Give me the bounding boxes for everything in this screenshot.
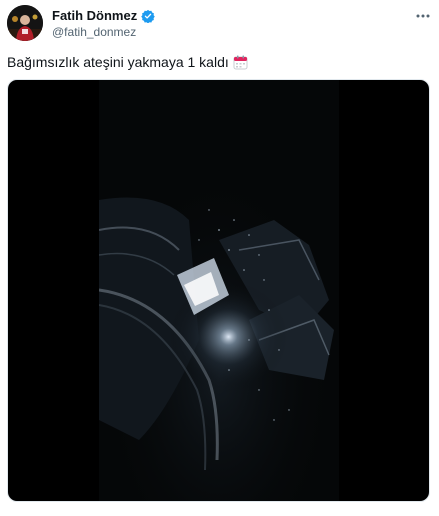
tweet-card[interactable]: Fatih Dönmez @fatih_donmez Bağımsızlık a…	[0, 0, 439, 516]
author-name-row[interactable]: Fatih Dönmez	[52, 8, 156, 24]
more-options-icon[interactable]	[415, 8, 431, 24]
video-frame[interactable]	[98, 80, 339, 501]
tweet-media-video[interactable]	[7, 79, 430, 502]
tweet-text-content: Bağımsızlık ateşini yakmaya 1 kaldı	[7, 54, 229, 70]
verified-badge-icon	[141, 9, 156, 24]
tweet-text: Bağımsızlık ateşini yakmaya 1 kaldı	[7, 53, 248, 71]
calendar-icon	[233, 55, 248, 70]
author-handle[interactable]: @fatih_donmez	[52, 24, 136, 40]
avatar[interactable]	[7, 5, 43, 41]
display-name[interactable]: Fatih Dönmez	[52, 8, 137, 24]
